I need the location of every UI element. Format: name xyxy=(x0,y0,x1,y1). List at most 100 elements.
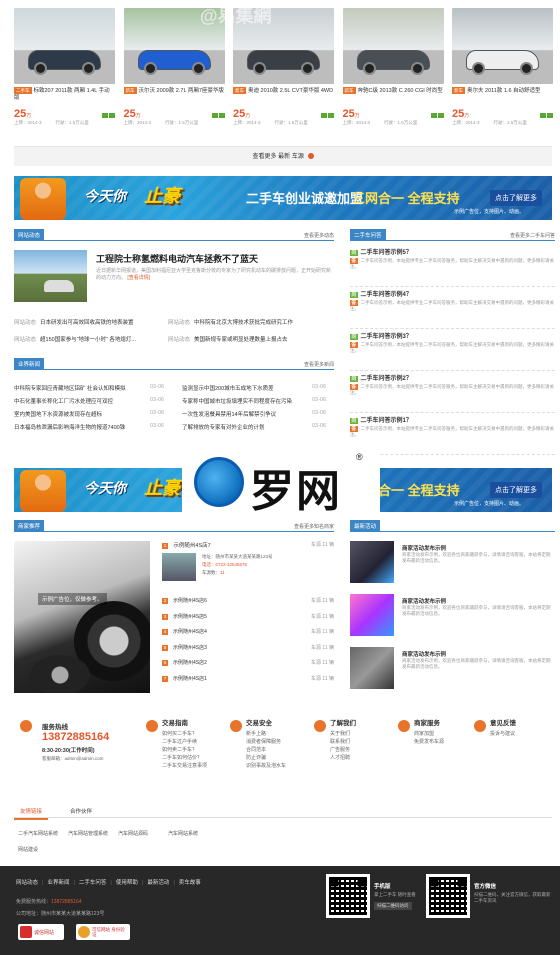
footer-link[interactable]: 免费发布车源 xyxy=(414,738,444,746)
industry-item[interactable]: 日本福岛核泄漏后影响海洋生物的报道7400铢 03-06 xyxy=(14,423,172,431)
shops-more-link[interactable]: 查看更多知名商家 xyxy=(294,523,334,530)
footer-nav-link[interactable]: 网站动态 xyxy=(16,880,38,886)
qa-item[interactable]: 问二手车问答示例4？答二手车问答示例，本站提供专业二手车问答服务，帮助车主解决交… xyxy=(350,289,555,329)
shop-item[interactable]: 2 示例随州4S店6 车源 11 辆 xyxy=(162,597,334,604)
industry-more-link[interactable]: 查看更多新闻 xyxy=(304,361,334,368)
shop-name[interactable]: 示例随州4S店5 xyxy=(173,614,207,620)
news-link[interactable]: 网站动态 日本研发出可高效回收高铁的地表装置 xyxy=(14,318,134,326)
banner-more-button[interactable]: 点击了解更多 xyxy=(490,482,542,498)
industry-item[interactable]: 中石化董事长称化工厂污水处理应可双控 03-06 xyxy=(14,397,172,405)
qa-question[interactable]: 二手车问答示例1？ xyxy=(361,418,412,424)
featured-shop-name[interactable]: 示例随州4S店7 xyxy=(173,543,210,549)
footer-nav-link[interactable]: 使用帮助 xyxy=(116,880,138,886)
tab-industry[interactable]: 业界新闻 xyxy=(14,358,45,370)
footer-link[interactable]: 如何买二手车？ xyxy=(162,730,207,738)
qa-question[interactable]: 二手车问答示例2？ xyxy=(361,376,412,382)
industry-item[interactable]: 了解排放的专家有对外企业的计划 03-06 xyxy=(182,423,334,431)
industry-item[interactable]: 中科院专家回应青藏地区铝矿 社会认知和模拟 03-06 xyxy=(14,384,172,392)
friend-link[interactable]: 二手汽车网站系统 xyxy=(18,830,58,837)
car-card[interactable]: 新车 奔驰C级 2013款 C 260 CGI 时尚型 25万 上牌：2014-3 行驶… xyxy=(342,8,444,126)
footer-link[interactable]: 投诉与建议 xyxy=(490,730,516,738)
news-detail-link[interactable]: [查看详情] xyxy=(127,275,150,281)
event-item[interactable]: 商家活动发布示例 商家活动发布示例，欢迎各位商家踊跃参与，详情请咨询客服，本站将定… xyxy=(350,647,555,689)
car-card[interactable]: 新车 奥尔夫 2011款 1.6 自动舒适型 25万 上牌：2014-3 行驶：1.5万… xyxy=(452,8,553,126)
qa-item[interactable]: 问二手车问答示例3？答二手车问答示例，本站提供专业二手车问答服务，帮助车主解决交… xyxy=(350,331,555,371)
qa-question[interactable]: 二手车问答示例4？ xyxy=(361,292,412,298)
ad-banner-top[interactable]: 今天你 止豪 二手车创业诚邀加盟 三网合一 全程支持 点击了解更多 示例广告位，… xyxy=(14,176,552,220)
car-photo[interactable] xyxy=(342,8,444,84)
badge-integrity[interactable]: 诚信网站 xyxy=(18,924,64,940)
qa-item[interactable]: 问二手车问答示例5？答二手车问答示例，本站提供专业二手车问答服务，帮助车主解决交… xyxy=(350,247,555,287)
industry-item[interactable]: 监测显示中国200城市五成地下水质差 03-06 xyxy=(182,384,334,392)
footer-link[interactable]: 如何卖二手车？ xyxy=(162,746,207,754)
car-title[interactable]: 新车 沃尔沃 2009款 2.7L 两厢7座豪华版 xyxy=(123,87,225,107)
shop-item[interactable]: 6 示例随州4S店2 车源 11 辆 xyxy=(162,659,334,666)
footer-link[interactable]: 二手车交易注意事项 xyxy=(162,762,207,770)
shop-name[interactable]: 示例随州4S店1 xyxy=(173,676,207,682)
shop-item[interactable]: 4 示例随州4S店4 车源 11 辆 xyxy=(162,628,334,635)
qa-item[interactable]: 问二手车问答示例1？答二手车问答示例，本站提供专业二手车问答服务，帮助车主解决交… xyxy=(350,415,555,455)
car-title[interactable]: 新车 奥迪 2010款 2.5L CVT豪华版 4WD xyxy=(233,87,334,107)
news-link[interactable]: 网站动态 中科院有北京大博技术获批完成研究工作 xyxy=(168,318,293,326)
footer-link[interactable]: 联系我们 xyxy=(330,738,356,746)
footer-link[interactable]: 二手车过户手续 xyxy=(162,738,207,746)
shop-name[interactable]: 示例随州4S店3 xyxy=(173,645,207,651)
app-scan-button[interactable]: 扫描二维码访问 xyxy=(374,902,412,910)
event-item[interactable]: 商家活动发布示例 商家活动发布示例，欢迎各位商家踊跃参与，详情请咨询客服，本站将定… xyxy=(350,594,555,636)
event-photo[interactable] xyxy=(350,647,394,689)
car-photo[interactable] xyxy=(452,8,553,84)
event-photo[interactable] xyxy=(350,541,394,583)
footer-link[interactable]: 新手上路 xyxy=(246,730,286,738)
tab-shops[interactable]: 商家推荐 xyxy=(14,520,45,532)
shop-item[interactable]: 7 示例随州4S店1 车源 11 辆 xyxy=(162,675,334,682)
car-card[interactable]: 二手车 标致207 2011款 两厢 1.4L 手动版 25万 上牌：2014-3 行驶… xyxy=(14,8,115,126)
footer-link[interactable]: 关于我们 xyxy=(330,730,356,738)
friend-link[interactable]: 网站建设 xyxy=(18,846,38,853)
news-more-link[interactable]: 查看更多动态 xyxy=(304,232,334,239)
featured-shop[interactable]: 1 示例随州4S店7 车源 11 辆 地址：随州市某某大道某某路123号 电话：… xyxy=(162,541,334,587)
footer-nav-link[interactable]: 最新活动 xyxy=(147,880,169,886)
car-photo[interactable] xyxy=(14,8,115,84)
tab-qa[interactable]: 二手车问答 xyxy=(350,229,386,241)
event-title[interactable]: 商家活动发布示例 xyxy=(402,544,446,552)
news-headline[interactable]: 工程院士称氢燃料电动汽车拯救不了蓝天 xyxy=(96,252,258,265)
car-title[interactable]: 二手车 标致207 2011款 两厢 1.4L 手动版 xyxy=(14,87,115,107)
industry-item[interactable]: 专家称中国城市垃圾填埋实不同程度存在污染 03-06 xyxy=(182,397,334,405)
event-title[interactable]: 商家活动发布示例 xyxy=(402,597,446,605)
footer-link[interactable]: 消费者保障服务 xyxy=(246,738,286,746)
footer-nav-link[interactable]: 业界新闻 xyxy=(47,880,69,886)
footer-link[interactable]: 人才招聘 xyxy=(330,754,356,762)
industry-item[interactable]: 室内美国地下水资源被发现存在超标 03-06 xyxy=(14,410,172,418)
footer-link[interactable]: 识别事故及泡水车 xyxy=(246,762,286,770)
more-cars-bar[interactable]: 查看更多 最新 车源 xyxy=(14,146,552,166)
footer-link[interactable]: 广告服务 xyxy=(330,746,356,754)
banner-more-button[interactable]: 点击了解更多 xyxy=(490,190,542,206)
news-link[interactable]: 网站动态 美国新规专家或明显处理数量上报占去 xyxy=(168,335,288,343)
car-title[interactable]: 新车 奥尔夫 2011款 1.6 自动舒适型 xyxy=(452,87,553,107)
tab-news[interactable]: 网站动态 xyxy=(14,229,45,241)
shop-name[interactable]: 示例随州4S店6 xyxy=(173,598,207,604)
news-thumbnail[interactable] xyxy=(14,250,87,302)
shop-item[interactable]: 3 示例随州4S店5 车源 11 辆 xyxy=(162,613,334,620)
qa-question[interactable]: 二手车问答示例3？ xyxy=(361,334,412,340)
event-item[interactable]: 商家活动发布示例 商家活动发布示例，欢迎各位商家踊跃参与，详情请咨询客服，本站将定… xyxy=(350,541,555,583)
footer-nav-link[interactable]: 卖车故事 xyxy=(179,880,201,886)
tab-partners[interactable]: 合作伙伴 xyxy=(64,804,98,818)
event-title[interactable]: 商家活动发布示例 xyxy=(402,650,446,658)
qa-question[interactable]: 二手车问答示例5？ xyxy=(361,250,412,256)
shop-ad-image[interactable]: 示例广告位，仅做参考。 xyxy=(14,541,150,693)
tab-events[interactable]: 最新活动 xyxy=(350,520,381,532)
friend-link[interactable]: 汽车网站源码 xyxy=(118,830,148,837)
shop-name[interactable]: 示例随州4S店4 xyxy=(173,629,207,635)
event-photo[interactable] xyxy=(350,594,394,636)
footer-link[interactable]: 防止诈骗 xyxy=(246,754,286,762)
badge-trusted[interactable]: 可信网站 身份验证 xyxy=(76,924,130,940)
shop-name[interactable]: 示例随州4S店2 xyxy=(173,660,207,666)
footer-nav-link[interactable]: 二手车问答 xyxy=(79,880,107,886)
footer-link[interactable]: 二手车如何估价？ xyxy=(162,754,207,762)
more-cars-link[interactable]: 查看更多 最新 车源 xyxy=(252,154,303,160)
shop-item[interactable]: 5 示例随州4S店3 车源 11 辆 xyxy=(162,644,334,651)
industry-item[interactable]: 一次性发泡餐具禁用14年后解禁引争议 03-06 xyxy=(182,410,334,418)
friend-link[interactable]: 汽车网站系统 xyxy=(168,830,198,837)
tab-friend-links[interactable]: 友情链接 xyxy=(14,804,49,820)
